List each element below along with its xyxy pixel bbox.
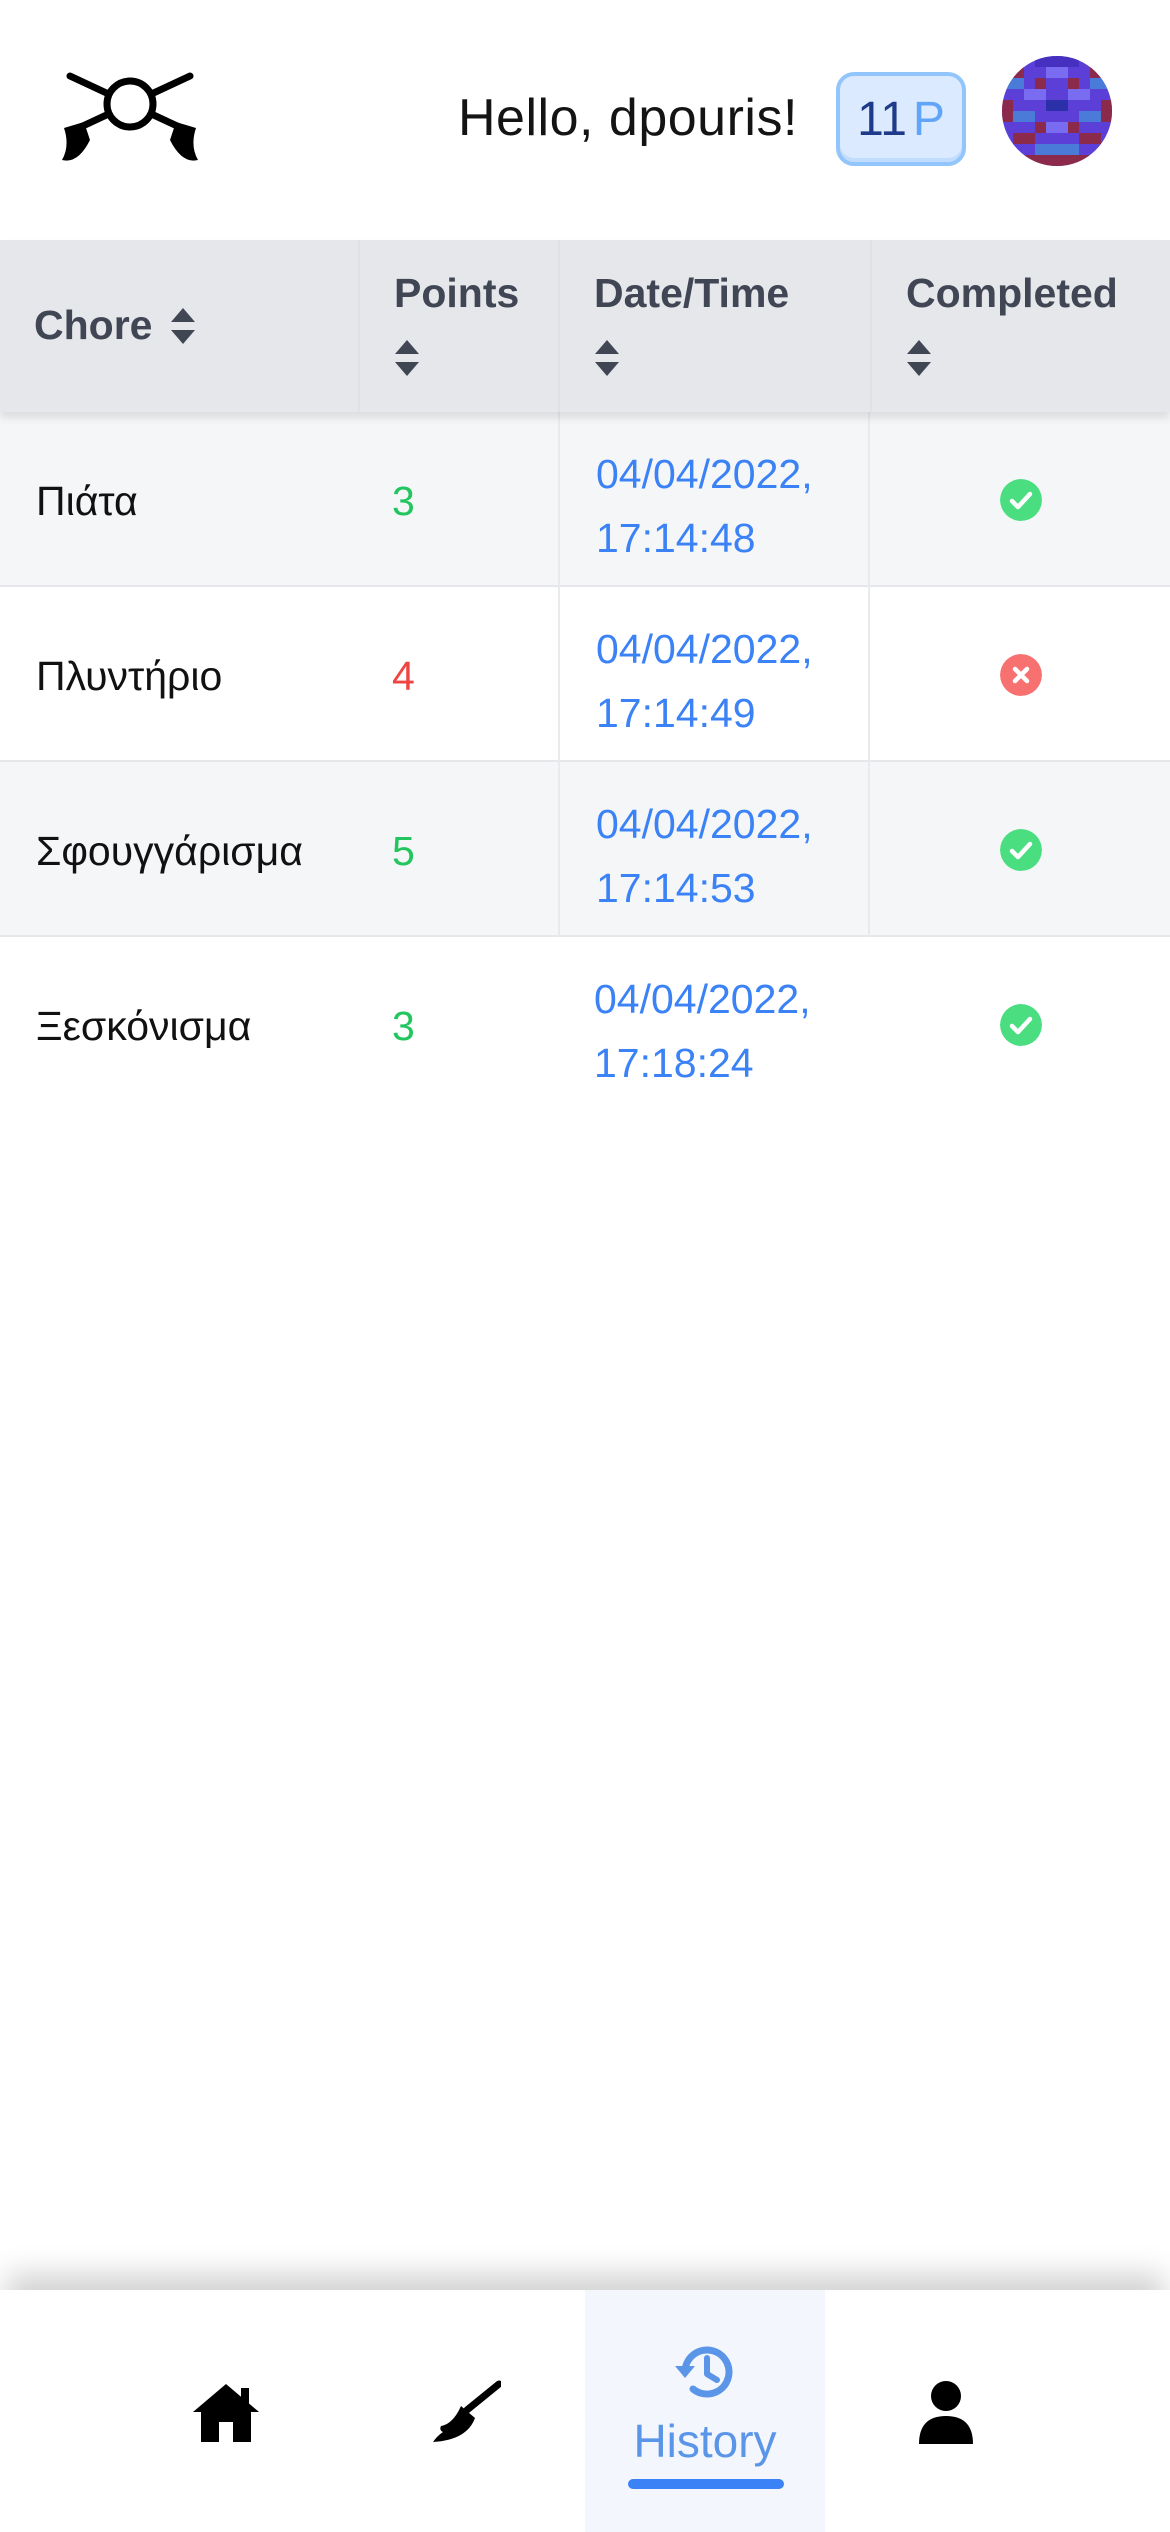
chore-datetime: 04/04/2022, 17:14:49	[558, 587, 870, 762]
chore-name: Πιάτα	[36, 478, 138, 524]
table-row[interactable]: Ξεσκόνισμα 3 04/04/2022, 17:18:24	[0, 937, 1170, 1112]
check-circle-icon	[1000, 479, 1042, 521]
sort-icon[interactable]	[170, 306, 196, 346]
user-icon	[919, 2381, 973, 2444]
check-circle-icon	[1000, 1004, 1042, 1046]
chore-points: 5	[392, 828, 415, 874]
active-tab-indicator	[628, 2479, 784, 2489]
table-row[interactable]: Σφουγγάρισμα 5 04/04/2022, 17:14:53	[0, 762, 1170, 937]
chore-date: 04/04/2022,	[594, 976, 811, 1022]
completed-status	[1000, 654, 1042, 696]
chore-date: 04/04/2022,	[596, 801, 813, 847]
completed-status	[1000, 1004, 1042, 1046]
table-row[interactable]: Πιάτα 3 04/04/2022, 17:14:48	[0, 412, 1170, 587]
greeting-text: Hello, dpouris!	[458, 89, 798, 147]
chore-date: 04/04/2022,	[596, 626, 813, 672]
history-table: Chore Points Date/Time Completed Πιάτα 3…	[0, 240, 1170, 1112]
chore-name: Σφουγγάρισμα	[36, 828, 303, 874]
broom-icon	[433, 2380, 501, 2442]
column-label: Points	[394, 270, 520, 316]
column-label: Date/Time	[594, 270, 790, 316]
points-unit: P	[912, 92, 945, 146]
column-label: Chore	[34, 302, 153, 348]
chore-time: 17:14:53	[596, 865, 756, 911]
chore-datetime: 04/04/2022, 17:18:24	[558, 937, 870, 1112]
points-badge[interactable]: 11 P	[836, 72, 966, 166]
nav-home[interactable]	[105, 2290, 345, 2532]
column-header-datetime[interactable]: Date/Time	[558, 240, 870, 412]
points-value: 11	[857, 92, 907, 146]
table-row[interactable]: Πλυντήριο 4 04/04/2022, 17:14:49	[0, 587, 1170, 762]
top-bar: Hello, dpouris! 11 P	[0, 0, 1170, 240]
nav-history-label: History	[633, 2415, 777, 2467]
column-label: Completed	[906, 270, 1118, 316]
app-root: Hello, dpouris! 11 P Chore Points Date/T…	[0, 0, 1170, 2532]
sort-icon[interactable]	[394, 338, 420, 378]
chore-time: 17:18:24	[594, 1040, 754, 1086]
chore-datetime: 04/04/2022, 17:14:48	[558, 412, 870, 587]
chore-points: 3	[392, 478, 415, 524]
home-icon	[193, 2384, 259, 2442]
avatar[interactable]	[1002, 56, 1112, 166]
sort-icon[interactable]	[906, 338, 932, 378]
chore-name: Ξεσκόνισμα	[36, 1003, 252, 1049]
crossed-brooms-icon[interactable]	[62, 70, 198, 166]
completed-status	[1000, 829, 1042, 871]
sort-icon[interactable]	[594, 338, 620, 378]
column-header-points[interactable]: Points	[358, 240, 558, 412]
check-circle-icon	[1000, 829, 1042, 871]
chore-time: 17:14:49	[596, 690, 756, 736]
bottom-nav: History	[0, 2290, 1170, 2532]
completed-status	[1000, 479, 1042, 521]
chore-datetime: 04/04/2022, 17:14:53	[558, 762, 870, 937]
nav-history[interactable]: History	[585, 2290, 825, 2532]
chore-points: 3	[392, 1003, 415, 1049]
history-icon	[675, 2346, 733, 2398]
column-header-completed[interactable]: Completed	[870, 240, 1170, 412]
chore-time: 17:14:48	[596, 515, 756, 561]
nav-chores[interactable]	[345, 2290, 585, 2532]
chore-date: 04/04/2022,	[596, 451, 813, 497]
column-header-chore[interactable]: Chore	[0, 240, 358, 412]
x-circle-icon	[1000, 654, 1042, 696]
table-header: Chore Points Date/Time Completed	[0, 240, 1170, 412]
nav-profile[interactable]	[825, 2290, 1065, 2532]
chore-points: 4	[392, 653, 415, 699]
chore-name: Πλυντήριο	[36, 653, 223, 699]
